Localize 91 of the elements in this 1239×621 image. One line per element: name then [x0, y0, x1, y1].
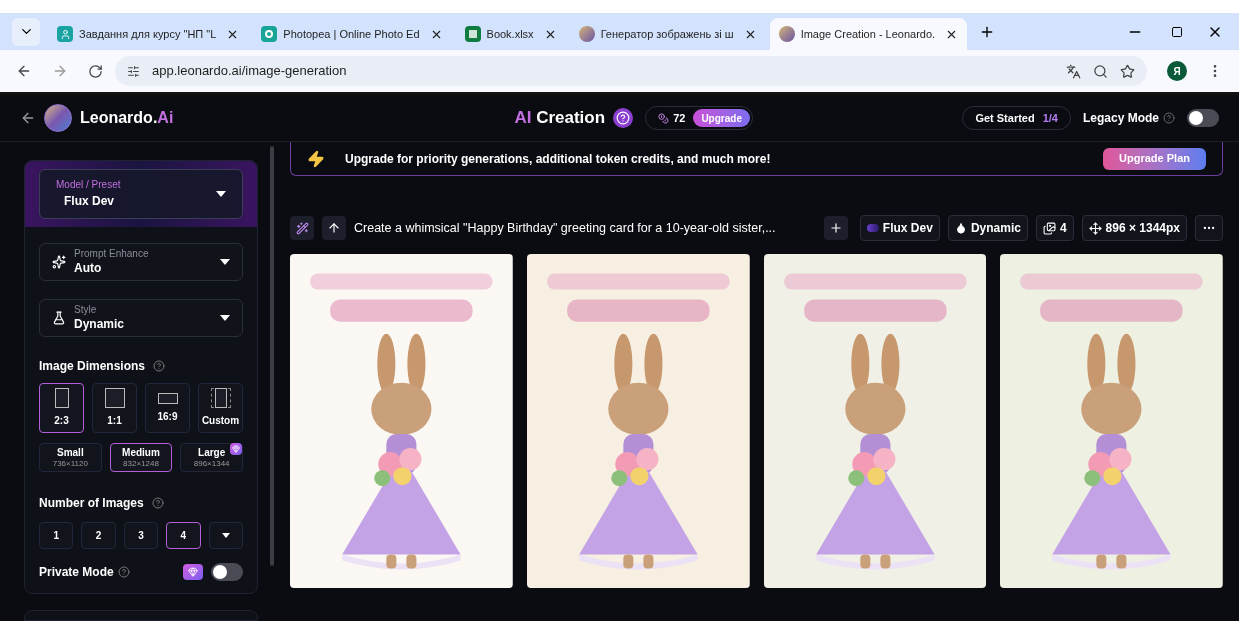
page-title: AI Creation — [514, 107, 606, 130]
aspect-ratio-option[interactable]: 2:3 — [39, 383, 84, 433]
tab-title: Book.xlsx — [486, 26, 534, 42]
tab-title: Image Creation - Leonardo. — [800, 26, 936, 42]
person-icon — [57, 26, 73, 42]
landscape-frame-icon — [157, 392, 178, 404]
dropdown-caret-icon — [220, 259, 230, 265]
dropdown-caret-icon — [220, 315, 230, 321]
more-counts-button[interactable] — [208, 522, 243, 549]
size-option[interactable]: Small 736×1120 — [39, 443, 102, 472]
lightning-icon — [307, 149, 325, 168]
field-label: Model / Preset — [56, 178, 122, 192]
private-mode-toggle[interactable] — [211, 563, 243, 581]
maximize-icon[interactable] — [1171, 25, 1183, 38]
images-icon — [1042, 221, 1056, 235]
flask-icon — [52, 311, 66, 325]
setting-chip: 896 × 1344px — [1081, 215, 1187, 241]
url-text: app.leonardo.ai/image-generation — [152, 62, 348, 81]
field-label: Style — [74, 304, 98, 317]
style-select[interactable]: Style Dynamic — [39, 299, 243, 337]
premium-gem-icon — [183, 564, 203, 580]
field-value: Auto — [74, 260, 103, 276]
image-count-option[interactable]: 3 — [123, 522, 159, 549]
browser-tab[interactable]: Генератор зображень зі ш — [569, 18, 766, 50]
avatar-icon — [778, 26, 795, 42]
tab-title: Photopea | Online Photo Ed — [283, 26, 420, 42]
droplet-icon — [954, 222, 967, 234]
plus-icon — [828, 221, 843, 235]
size-option[interactable]: Large 896×1344 — [180, 443, 243, 472]
magic-wand-button[interactable] — [290, 216, 314, 240]
upload-button[interactable] — [322, 216, 346, 240]
collapse-icon[interactable] — [20, 110, 36, 126]
legacy-mode-toggle[interactable] — [1187, 109, 1219, 127]
bookmark-icon[interactable] — [1120, 63, 1135, 79]
size-option[interactable]: Medium 832×1248 — [109, 443, 173, 472]
aspect-ratio-option[interactable]: 16:9 — [145, 383, 190, 433]
upgrade-button[interactable]: Upgrade — [693, 109, 750, 127]
image-count-option[interactable]: 2 — [81, 522, 116, 549]
prompt-text: Create a whimsical "Happy Birthday" greeting card for a 10-year-old sister,... — [354, 219, 777, 237]
browser-tab[interactable]: Book.xlsx — [455, 18, 566, 50]
custom-frame-icon — [210, 388, 231, 408]
add-button[interactable] — [823, 216, 848, 240]
dropdown-caret-icon — [216, 191, 226, 197]
help-icon[interactable] — [613, 108, 634, 128]
image-count-option[interactable]: 1 — [39, 522, 74, 549]
image-count-option[interactable]: 4 — [166, 522, 201, 549]
move-arrows-icon — [1088, 221, 1102, 235]
tab-title: Завдання для курсу "НП "L — [79, 26, 217, 42]
dropdown-caret-icon — [221, 533, 230, 538]
setting-chip: Flux Dev — [859, 215, 940, 241]
logo-avatar-icon — [44, 104, 72, 132]
setting-chip: Dynamic — [947, 215, 1028, 241]
arrow-up-icon — [327, 221, 341, 235]
private-mode-label: Private Mode — [39, 564, 114, 581]
site-settings-icon[interactable] — [127, 64, 140, 78]
token-count: 72 — [673, 110, 686, 126]
magic-wand-icon — [295, 221, 309, 235]
prompt-enhance-select[interactable]: Prompt Enhance Auto — [39, 243, 243, 281]
section-title: Image Dimensions — [39, 358, 146, 375]
portrait-frame-icon — [54, 388, 69, 408]
reload-icon[interactable] — [88, 63, 103, 79]
upgrade-plan-button[interactable]: Upgrade Plan — [1103, 147, 1206, 170]
avatar-icon — [578, 26, 595, 42]
setting-chip: 4 — [1035, 215, 1074, 241]
field-label: Prompt Enhance — [74, 248, 150, 261]
tokens-icon — [658, 112, 670, 124]
browser-tab[interactable]: Photopea | Online Photo Ed — [252, 18, 452, 50]
square-frame-icon — [104, 388, 125, 408]
banner-text: Upgrade for priority generations, additional token credits, and much more! — [345, 150, 772, 168]
legacy-mode-label: Legacy Mode — [1082, 110, 1159, 127]
forward-icon[interactable] — [52, 63, 68, 79]
spreadsheet-icon — [464, 26, 481, 42]
aspect-ratio-option[interactable]: Custom — [198, 383, 243, 433]
profile-avatar[interactable]: Я — [1167, 61, 1187, 81]
photo-editor-icon — [261, 26, 278, 42]
browser-tab[interactable]: Завдання для курсу "НП "L — [48, 18, 249, 50]
tab-title: Генератор зображень зі ш — [600, 26, 734, 42]
field-value: Flux Dev — [63, 194, 115, 210]
sparkles-icon — [52, 255, 66, 269]
aspect-ratio-option[interactable]: 1:1 — [92, 383, 137, 433]
browser-tab[interactable]: Image Creation - Leonardo. — [769, 18, 968, 50]
back-icon[interactable] — [16, 63, 32, 79]
premium-gem-icon — [230, 443, 242, 455]
model-select[interactable]: Model / Preset Flux Dev — [39, 169, 243, 219]
zoom-icon[interactable] — [1093, 63, 1108, 79]
translate-icon[interactable] — [1066, 63, 1081, 79]
section-title: Number of Images — [39, 495, 144, 512]
brand-name: Leonardo.Ai — [80, 108, 174, 128]
address-bar[interactable]: app.leonardo.ai/image-generation — [115, 56, 1147, 86]
model-thumbnail-icon — [866, 224, 879, 232]
field-value: Dynamic — [74, 316, 126, 332]
